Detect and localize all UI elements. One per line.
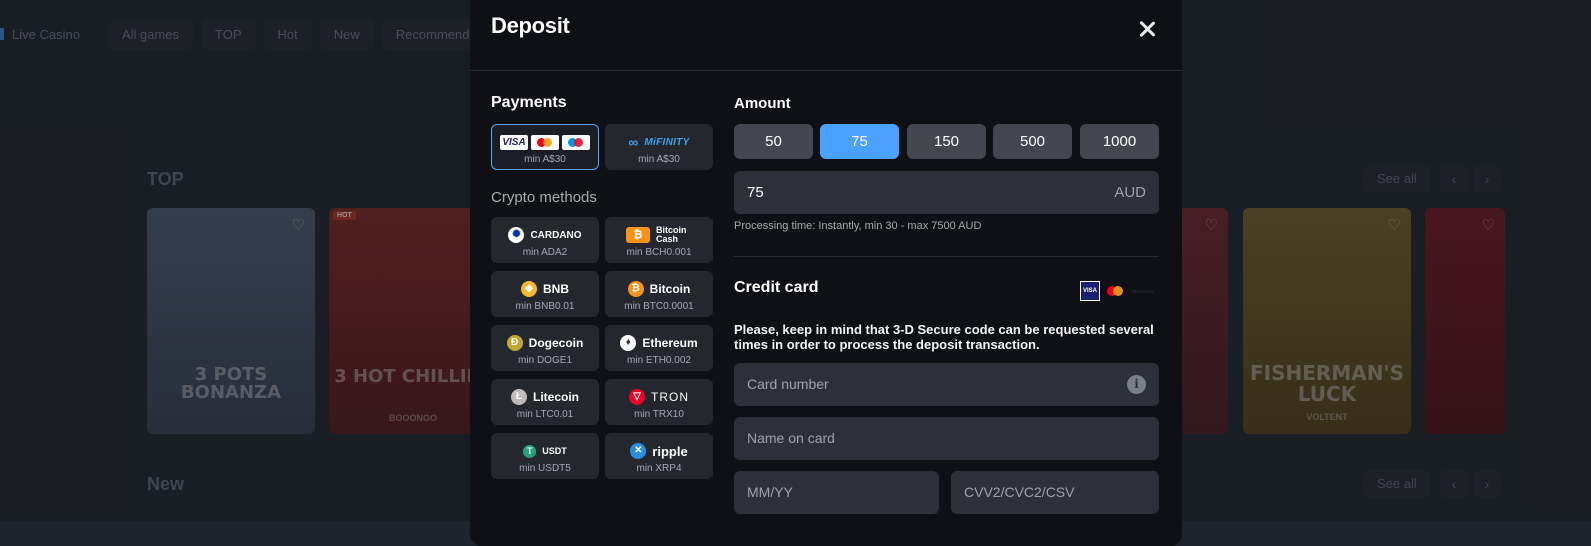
crypto-method-bnb[interactable]: ◆ BNB min BNB0.01 <box>491 271 599 317</box>
crypto-method-bitcoin-cash[interactable]: ₿ Bitcoin Cash min BCH0.001 <box>605 217 713 263</box>
crypto-name: TRON <box>651 390 689 404</box>
tether-icon: T <box>523 445 536 458</box>
crypto-method-bitcoin[interactable]: ₿ Bitcoin min BTC0.0001 <box>605 271 713 317</box>
crypto-min: min ETH0.002 <box>606 355 712 366</box>
crypto-method-cardano[interactable]: ✺ CARDANO min ADA2 <box>491 217 599 263</box>
crypto-min: min DOGE1 <box>492 355 598 366</box>
deposit-modal: Deposit Payments VISA min A$30 ∞ MiFINIT… <box>470 0 1182 546</box>
amount-preset-500[interactable]: 500 <box>993 124 1072 159</box>
crypto-method-ethereum[interactable]: ♦ Ethereum min ETH0.002 <box>605 325 713 371</box>
tron-icon: ▽ <box>629 389 645 405</box>
crypto-name: Ethereum <box>642 336 697 350</box>
amount-preset-50[interactable]: 50 <box>734 124 813 159</box>
ethereum-icon: ♦ <box>620 335 636 351</box>
currency-label: AUD <box>1114 184 1146 201</box>
crypto-name: USDT <box>542 446 567 456</box>
info-icon[interactable]: i <box>1127 375 1146 394</box>
card-brand-logos: VISA <box>1080 281 1154 301</box>
crypto-min: min XRP4 <box>606 463 712 474</box>
crypto-name: Bitcoin <box>650 282 691 296</box>
payments-heading: Payments <box>491 94 567 112</box>
payment-method-mifinity[interactable]: ∞ MiFINITY min A$30 <box>605 124 713 170</box>
mastercard-icon <box>1106 284 1126 298</box>
bitcoin-cash-icon: ₿ <box>626 227 650 243</box>
3d-secure-note: Please, keep in mind that 3-D Secure cod… <box>734 322 1154 352</box>
secure-code-icon <box>1132 290 1154 293</box>
crypto-min: min TRX10 <box>606 409 712 420</box>
crypto-name: BNB <box>543 282 569 296</box>
crypto-name: ripple <box>652 444 687 459</box>
ripple-icon: ✕ <box>630 443 646 459</box>
close-icon[interactable] <box>1138 20 1156 38</box>
dogecoin-icon: Ð <box>507 335 523 351</box>
crypto-name: Dogecoin <box>529 336 584 350</box>
card-number-placeholder: Card number <box>747 376 829 392</box>
maestro-icon <box>562 135 590 150</box>
amount-heading: Amount <box>734 95 791 112</box>
cardano-icon: ✺ <box>508 227 524 243</box>
payment-method-card[interactable]: VISA min A$30 <box>491 124 599 170</box>
amount-preset-1000[interactable]: 1000 <box>1080 124 1159 159</box>
section-divider <box>734 256 1159 257</box>
amount-value: 75 <box>747 184 764 201</box>
crypto-method-ripple[interactable]: ✕ ripple min XRP4 <box>605 433 713 479</box>
crypto-min: min BCH0.001 <box>606 247 712 258</box>
crypto-methods-heading: Crypto methods <box>491 189 597 206</box>
crypto-name: Litecoin <box>533 390 579 404</box>
mifinity-logo: ∞ MiFINITY <box>606 133 712 151</box>
expiry-field[interactable]: MM/YY <box>734 471 939 514</box>
amount-preset-75[interactable]: 75 <box>820 124 899 159</box>
crypto-method-tron[interactable]: ▽ TRON min TRX10 <box>605 379 713 425</box>
credit-card-heading: Credit card <box>734 279 818 297</box>
header-divider <box>470 70 1182 71</box>
amount-input[interactable]: 75 AUD <box>734 171 1159 214</box>
visa-icon: VISA <box>500 135 528 150</box>
crypto-min: min LTC0.01 <box>492 409 598 420</box>
card-number-field[interactable]: Card number i <box>734 363 1159 406</box>
mifinity-icon: ∞ <box>628 134 638 150</box>
crypto-method-usdt[interactable]: T USDT min USDT5 <box>491 433 599 479</box>
crypto-name: Bitcoin Cash <box>656 226 692 244</box>
crypto-min: min USDT5 <box>492 463 598 474</box>
processing-time-text: Processing time: Instantly, min 30 - max… <box>734 220 981 232</box>
amount-preset-150[interactable]: 150 <box>907 124 986 159</box>
modal-title: Deposit <box>491 13 570 39</box>
payment-min: min A$30 <box>492 154 598 165</box>
name-on-card-field[interactable]: Name on card <box>734 417 1159 460</box>
mastercard-icon <box>531 135 559 150</box>
bitcoin-icon: ₿ <box>628 281 644 297</box>
crypto-method-dogecoin[interactable]: Ð Dogecoin min DOGE1 <box>491 325 599 371</box>
bnb-icon: ◆ <box>521 281 537 297</box>
crypto-method-litecoin[interactable]: Ł Litecoin min LTC0.01 <box>491 379 599 425</box>
cvv-field[interactable]: CVV2/CVC2/CSV <box>951 471 1159 514</box>
payment-min: min A$30 <box>606 154 712 165</box>
card-logos: VISA <box>492 133 598 151</box>
visa-icon: VISA <box>1080 281 1100 301</box>
litecoin-icon: Ł <box>511 389 527 405</box>
crypto-name: CARDANO <box>530 230 581 241</box>
crypto-min: min BNB0.01 <box>492 301 598 312</box>
crypto-min: min ADA2 <box>492 247 598 258</box>
crypto-min: min BTC0.0001 <box>606 301 712 312</box>
